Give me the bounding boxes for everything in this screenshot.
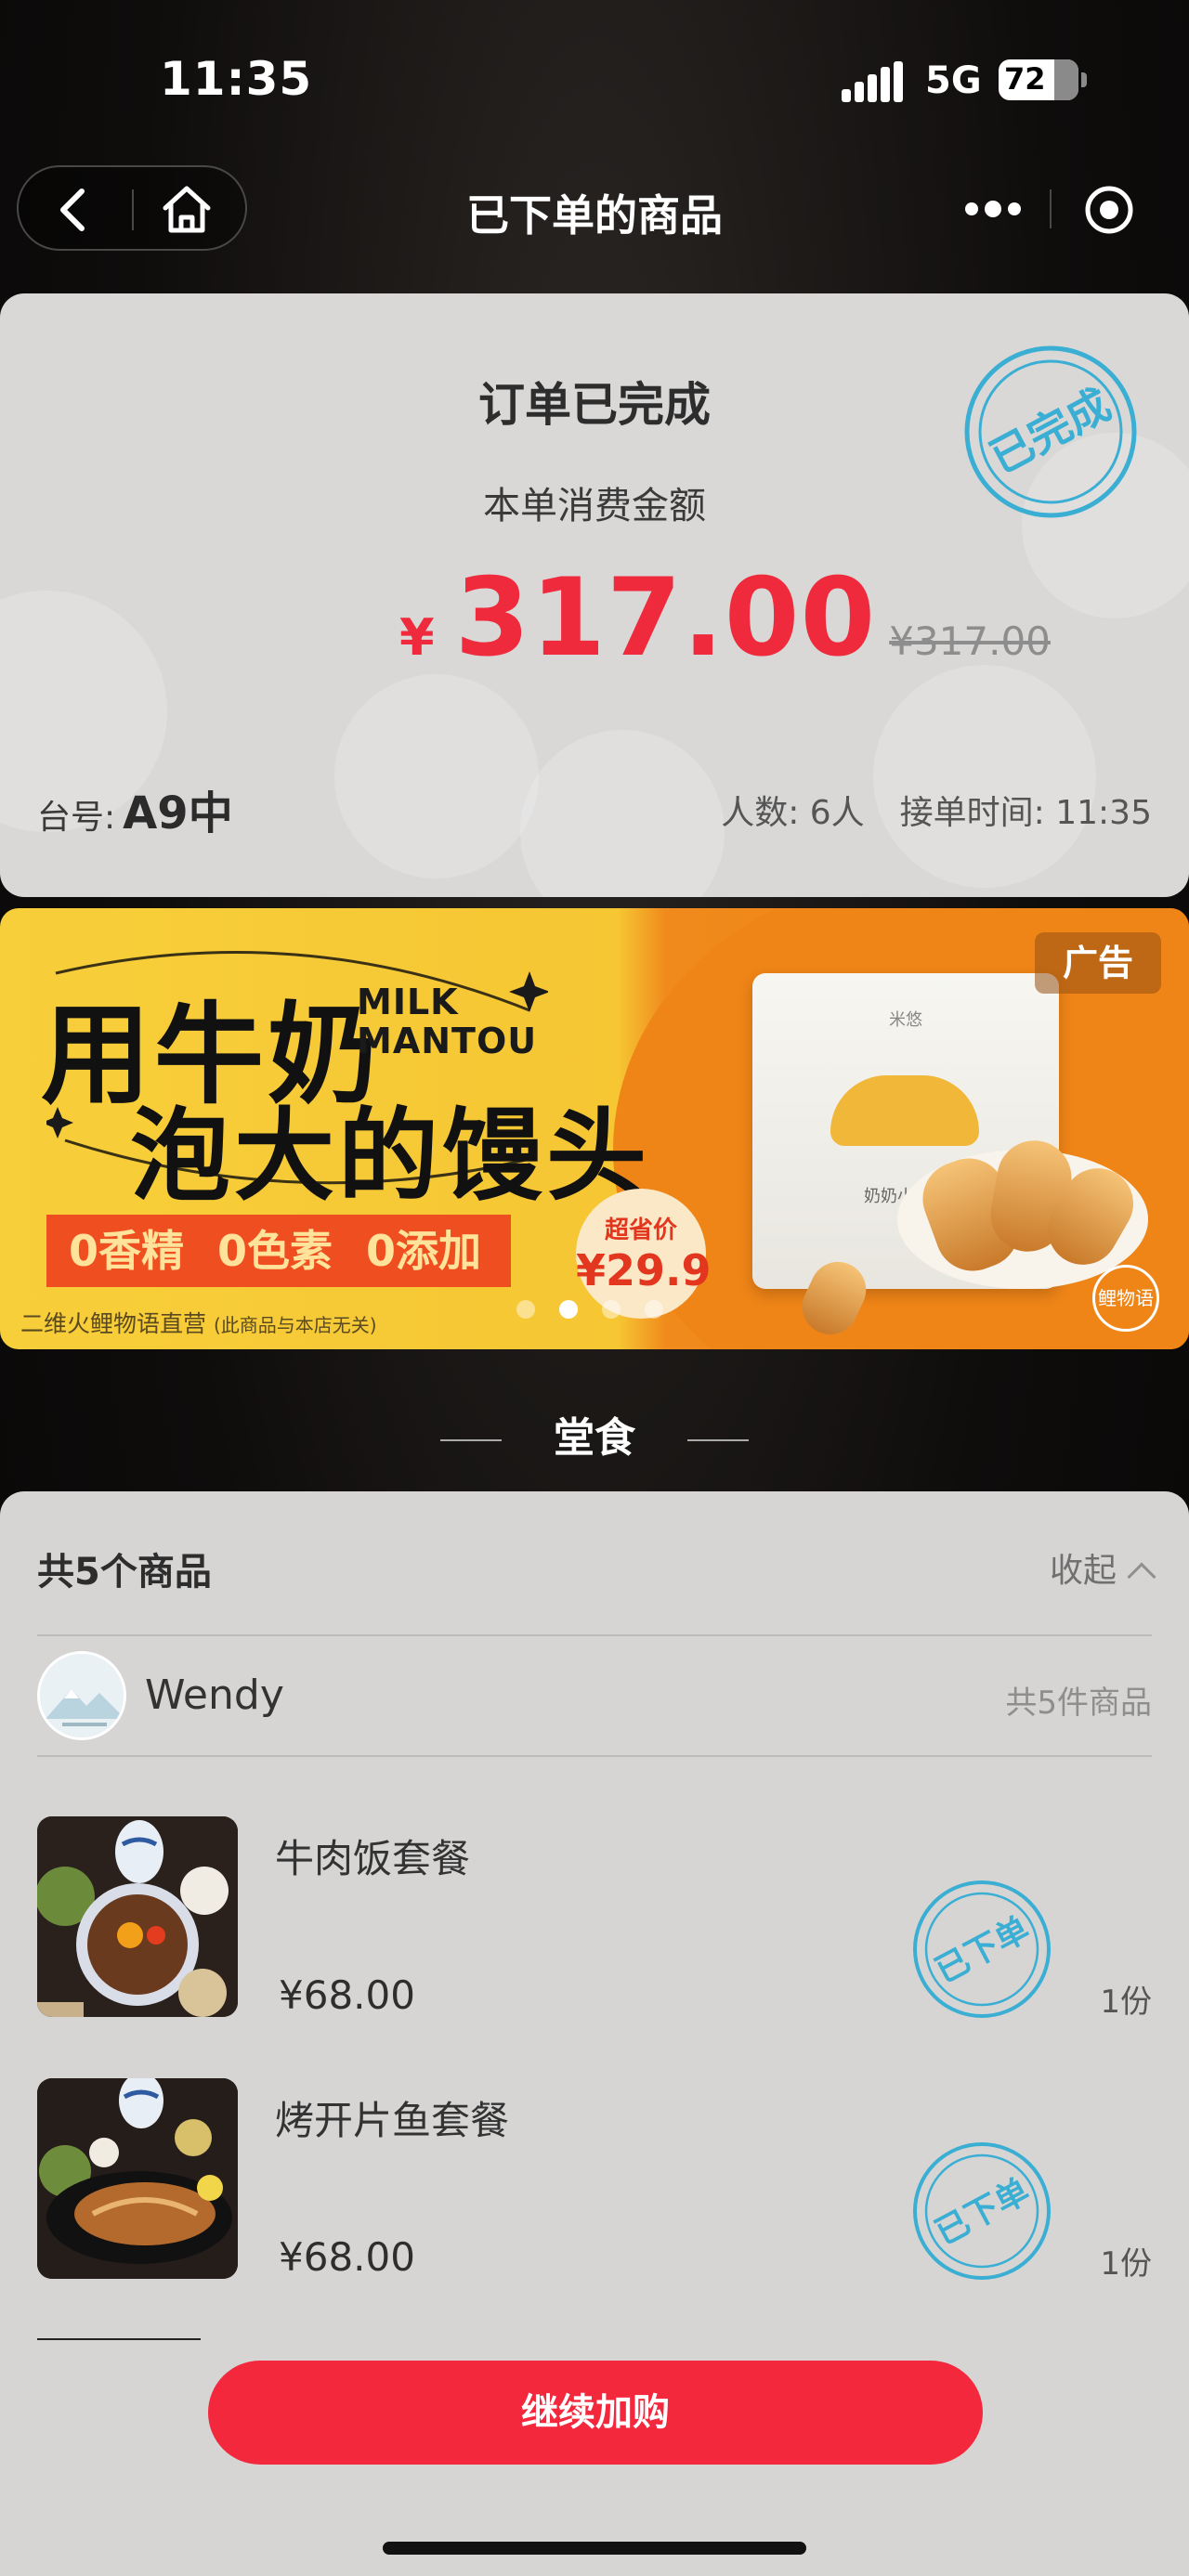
- original-amount: ¥317.00: [889, 618, 1051, 664]
- signal-icon: [842, 61, 905, 102]
- ad-price-value: ¥29.9: [576, 1245, 712, 1295]
- heading-line-left: [440, 1439, 502, 1441]
- ad-tag: 0色素: [217, 1226, 333, 1276]
- table-value: A9中: [123, 787, 233, 839]
- next-item-edge: [37, 2338, 201, 2340]
- order-summary-card: 订单已完成 本单消费金额 ¥317.00 ¥317.00 已完成 台号: A9中 人…: [0, 293, 1189, 897]
- carousel-dots: [516, 1300, 687, 1322]
- ordered-stamp-text: 已下单: [929, 2172, 1036, 2253]
- ad-english-line2: MANTOU: [357, 1021, 538, 1061]
- close-miniprogram-button[interactable]: [1083, 184, 1135, 236]
- ad-brand-logo-text: 鲤物语: [1098, 1287, 1154, 1309]
- goods-count: 共5个商品: [37, 1551, 212, 1594]
- ad-price-label: 超省价: [604, 1216, 677, 1244]
- ad-banner[interactable]: 用牛奶 MILK MANTOU 泡大的馒头 0香精 0色素 0添加 二维火鲤物语…: [0, 908, 1189, 1349]
- dish-price: ¥68.00: [279, 2234, 415, 2280]
- ad-brand-logo: 鲤物语: [1092, 1265, 1159, 1332]
- carousel-dot[interactable]: [516, 1300, 535, 1319]
- user-name: Wendy: [145, 1672, 284, 1719]
- order-amount: 317.00: [454, 555, 877, 681]
- more-dots-icon: [965, 201, 1021, 217]
- section-title: 堂食: [554, 1414, 635, 1462]
- chevron-up-icon: [1127, 1562, 1156, 1592]
- capsule-divider: [1050, 189, 1052, 228]
- ordered-stamp: 已下单: [913, 1880, 1051, 2018]
- more-button[interactable]: [960, 186, 1026, 232]
- section-heading: 堂食: [0, 1404, 1189, 1464]
- status-time: 11:35: [160, 52, 313, 106]
- table-number: 台号: A9中: [37, 776, 233, 841]
- carousel-dot[interactable]: [602, 1300, 621, 1319]
- dish-quantity: 1份: [1100, 2245, 1152, 2283]
- dish-name: 烤开片鱼套餐: [275, 2098, 510, 2143]
- ad-english-title: MILK MANTOU: [357, 982, 537, 1060]
- nav-capsule-right: [933, 167, 1165, 251]
- dish-name: 牛肉饭套餐: [275, 1836, 471, 1881]
- ad-bag-brand: 米悠: [889, 1010, 922, 1030]
- home-indicator: [383, 2542, 806, 2555]
- divider: [37, 1634, 1152, 1636]
- ad-english-line1: MILK: [357, 982, 459, 1022]
- accept-time: 接单时间: 11:35: [899, 794, 1152, 832]
- dish-price: ¥68.00: [279, 1972, 415, 2018]
- heading-line-right: [687, 1439, 749, 1441]
- network-label: 5G: [925, 59, 982, 102]
- completed-stamp-text: 已完成: [982, 379, 1118, 483]
- dish-quantity: 1份: [1100, 1984, 1152, 2021]
- people-count: 人数: 6人: [721, 794, 865, 832]
- list-item[interactable]: 牛肉饭套餐 ¥68.00 已下单 1份: [0, 1816, 1189, 2039]
- target-icon: [1085, 186, 1133, 234]
- continue-ordering-button[interactable]: 继续加购: [208, 2361, 983, 2465]
- battery-icon: 72: [999, 59, 1078, 100]
- battery-tip: [1081, 72, 1087, 87]
- ad-footer: 二维火鲤物语直营 (此商品与本店无关): [20, 1306, 377, 1339]
- ad-tag: 0添加: [366, 1226, 482, 1276]
- ad-label-badge: 广告: [1035, 932, 1161, 994]
- ordered-stamp-text: 已下单: [929, 1910, 1036, 1991]
- ad-price-badge: 超省价 ¥29.9: [576, 1189, 712, 1319]
- avatar: [37, 1651, 126, 1740]
- status-bar: 11:35 5G 72: [0, 0, 1189, 158]
- user-item-total: 共5件商品: [1005, 1685, 1152, 1722]
- collapse-label: 收起: [1049, 1552, 1117, 1590]
- ad-tags: 0香精 0色素 0添加: [46, 1215, 511, 1287]
- carousel-dot[interactable]: [645, 1300, 663, 1319]
- ad-tag: 0香精: [69, 1226, 185, 1276]
- order-info: 人数: 6人 接单时间: 11:35: [686, 786, 1152, 834]
- ad-bun-image: [830, 1075, 979, 1146]
- table-label: 台号:: [37, 799, 116, 837]
- collapse-button[interactable]: 收起: [1049, 1543, 1156, 1592]
- amount-row: ¥317.00 ¥317.00: [399, 555, 1051, 681]
- divider: [37, 1755, 1152, 1757]
- currency-symbol: ¥: [399, 608, 435, 667]
- dish-image: [37, 1816, 238, 2017]
- completed-stamp: 已完成: [964, 345, 1137, 518]
- carousel-dot-active[interactable]: [559, 1300, 578, 1319]
- mountain-avatar-icon: [40, 1654, 124, 1737]
- battery-level: 72: [1004, 61, 1046, 97]
- list-item[interactable]: 烤开片鱼套餐 ¥68.00 已下单 1份: [0, 2078, 1189, 2301]
- dish-image: [37, 2078, 238, 2279]
- ad-footer-text: 二维火鲤物语直营: [20, 1310, 207, 1337]
- ad-headline-line2: 泡大的馒头: [130, 1099, 651, 1215]
- ad-footer-note: (此商品与本店无关): [213, 1314, 377, 1336]
- ordered-stamp: 已下单: [913, 2142, 1051, 2280]
